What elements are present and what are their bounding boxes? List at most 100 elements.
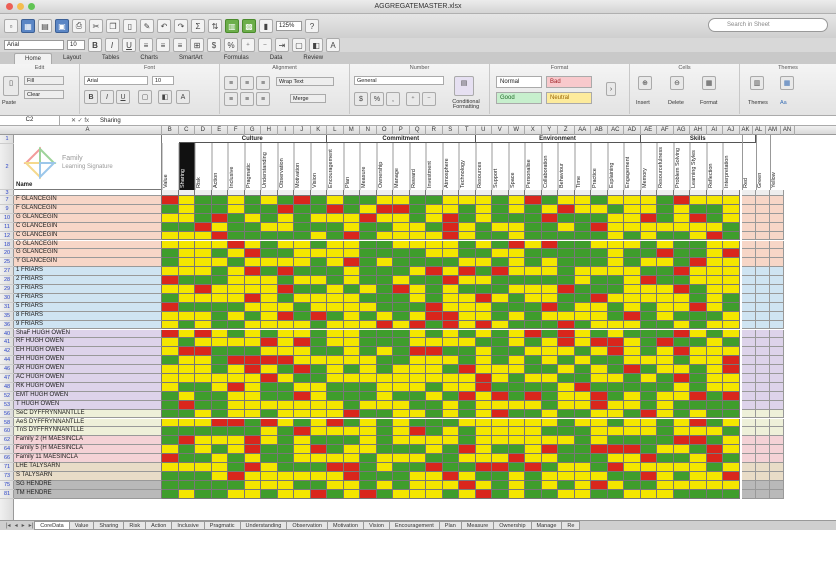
attribute-header-learning-styles[interactable]: Learning Styles bbox=[690, 143, 707, 190]
score-cell[interactable] bbox=[607, 204, 624, 214]
summary-cell[interactable] bbox=[769, 400, 784, 410]
score-cell[interactable] bbox=[624, 320, 641, 330]
score-cell[interactable] bbox=[178, 463, 195, 472]
score-cell[interactable] bbox=[228, 293, 245, 303]
score-cell[interactable] bbox=[393, 489, 410, 499]
ribbon-tab-smartart[interactable]: SmartArt bbox=[169, 53, 213, 64]
score-cell[interactable] bbox=[591, 204, 608, 214]
score-cell[interactable] bbox=[475, 285, 492, 294]
column-header-aj[interactable]: AJ bbox=[723, 126, 740, 135]
score-cell[interactable] bbox=[178, 347, 195, 357]
row-header-48[interactable]: 48 bbox=[0, 383, 14, 392]
score-cell[interactable] bbox=[475, 196, 492, 205]
score-cell[interactable] bbox=[640, 240, 657, 250]
row-name-cell[interactable]: AR HUGH OWEN bbox=[14, 365, 162, 374]
score-cell[interactable] bbox=[591, 454, 608, 463]
summary-cell[interactable] bbox=[741, 489, 756, 499]
score-cell[interactable] bbox=[591, 427, 608, 437]
score-cell[interactable] bbox=[706, 382, 723, 392]
summary-cell[interactable] bbox=[741, 454, 756, 463]
summary-cell[interactable] bbox=[741, 356, 756, 366]
score-cell[interactable] bbox=[195, 293, 212, 303]
score-cell[interactable] bbox=[442, 454, 459, 463]
score-cell[interactable] bbox=[261, 222, 278, 232]
score-cell[interactable] bbox=[723, 293, 740, 303]
score-cell[interactable] bbox=[261, 329, 278, 339]
row-header-2[interactable]: 2 bbox=[0, 144, 14, 190]
score-cell[interactable] bbox=[508, 409, 525, 419]
score-cell[interactable] bbox=[162, 320, 179, 330]
score-cell[interactable] bbox=[277, 311, 294, 321]
column-header-t[interactable]: T bbox=[459, 126, 476, 135]
score-cell[interactable] bbox=[178, 293, 195, 303]
conditional-formatting-icon[interactable]: ▤ bbox=[454, 76, 474, 96]
summary-cell[interactable] bbox=[741, 382, 756, 392]
row-header-28[interactable]: 28 bbox=[0, 276, 14, 285]
summary-cell[interactable] bbox=[769, 267, 784, 277]
score-cell[interactable] bbox=[327, 267, 344, 277]
column-header-ae[interactable]: AE bbox=[641, 126, 657, 135]
score-cell[interactable] bbox=[525, 418, 542, 428]
score-cell[interactable] bbox=[706, 276, 723, 285]
score-cell[interactable] bbox=[558, 391, 575, 401]
score-cell[interactable] bbox=[624, 489, 641, 499]
score-cell[interactable] bbox=[706, 418, 723, 428]
score-cell[interactable] bbox=[541, 311, 558, 321]
score-cell[interactable] bbox=[442, 480, 459, 490]
column-header-m[interactable]: M bbox=[344, 126, 360, 135]
score-cell[interactable] bbox=[690, 302, 707, 312]
score-cell[interactable] bbox=[376, 240, 393, 250]
score-cell[interactable] bbox=[591, 365, 608, 374]
score-cell[interactable] bbox=[723, 356, 740, 366]
summary-cell[interactable] bbox=[741, 347, 756, 357]
score-cell[interactable] bbox=[310, 329, 327, 339]
score-cell[interactable] bbox=[409, 463, 426, 472]
score-cell[interactable] bbox=[690, 320, 707, 330]
score-cell[interactable] bbox=[310, 454, 327, 463]
score-cell[interactable] bbox=[508, 329, 525, 339]
row-header-64[interactable]: 64 bbox=[0, 445, 14, 455]
score-cell[interactable] bbox=[310, 463, 327, 472]
score-cell[interactable] bbox=[690, 454, 707, 463]
score-cell[interactable] bbox=[574, 285, 591, 294]
score-cell[interactable] bbox=[426, 463, 443, 472]
score-cell[interactable] bbox=[442, 374, 459, 383]
score-cell[interactable] bbox=[492, 374, 509, 383]
score-cell[interactable] bbox=[261, 320, 278, 330]
score-cell[interactable] bbox=[162, 249, 179, 259]
score-cell[interactable] bbox=[723, 382, 740, 392]
score-cell[interactable] bbox=[459, 489, 476, 499]
score-cell[interactable] bbox=[195, 471, 212, 481]
score-cell[interactable] bbox=[541, 391, 558, 401]
sheet-tab-pragmatic[interactable]: Pragmatic bbox=[203, 521, 241, 530]
score-cell[interactable] bbox=[508, 400, 525, 410]
summary-cell[interactable] bbox=[769, 240, 784, 250]
score-cell[interactable] bbox=[327, 365, 344, 374]
score-cell[interactable] bbox=[393, 293, 410, 303]
row-header-56[interactable]: 56 bbox=[0, 410, 14, 419]
help-icon[interactable]: ? bbox=[305, 19, 319, 33]
score-cell[interactable] bbox=[624, 258, 641, 268]
score-cell[interactable] bbox=[541, 293, 558, 303]
score-cell[interactable] bbox=[162, 311, 179, 321]
score-cell[interactable] bbox=[360, 356, 377, 366]
score-cell[interactable] bbox=[327, 418, 344, 428]
score-cell[interactable] bbox=[343, 374, 360, 383]
score-cell[interactable] bbox=[360, 213, 377, 223]
score-cell[interactable] bbox=[492, 382, 509, 392]
attribute-header-resourcefulness[interactable]: Resourcefulness bbox=[657, 143, 674, 190]
summary-cell[interactable] bbox=[755, 222, 770, 232]
score-cell[interactable] bbox=[459, 213, 476, 223]
score-cell[interactable] bbox=[525, 213, 542, 223]
score-cell[interactable] bbox=[261, 213, 278, 223]
score-cell[interactable] bbox=[624, 382, 641, 392]
score-cell[interactable] bbox=[706, 471, 723, 481]
score-cell[interactable] bbox=[360, 454, 377, 463]
score-cell[interactable] bbox=[525, 463, 542, 472]
score-cell[interactable] bbox=[195, 285, 212, 294]
score-cell[interactable] bbox=[442, 463, 459, 472]
score-cell[interactable] bbox=[624, 213, 641, 223]
ribbon-fill-icon[interactable]: ◧ bbox=[158, 90, 172, 104]
score-cell[interactable] bbox=[525, 480, 542, 490]
sheet-tab-measure[interactable]: Measure bbox=[460, 521, 495, 530]
